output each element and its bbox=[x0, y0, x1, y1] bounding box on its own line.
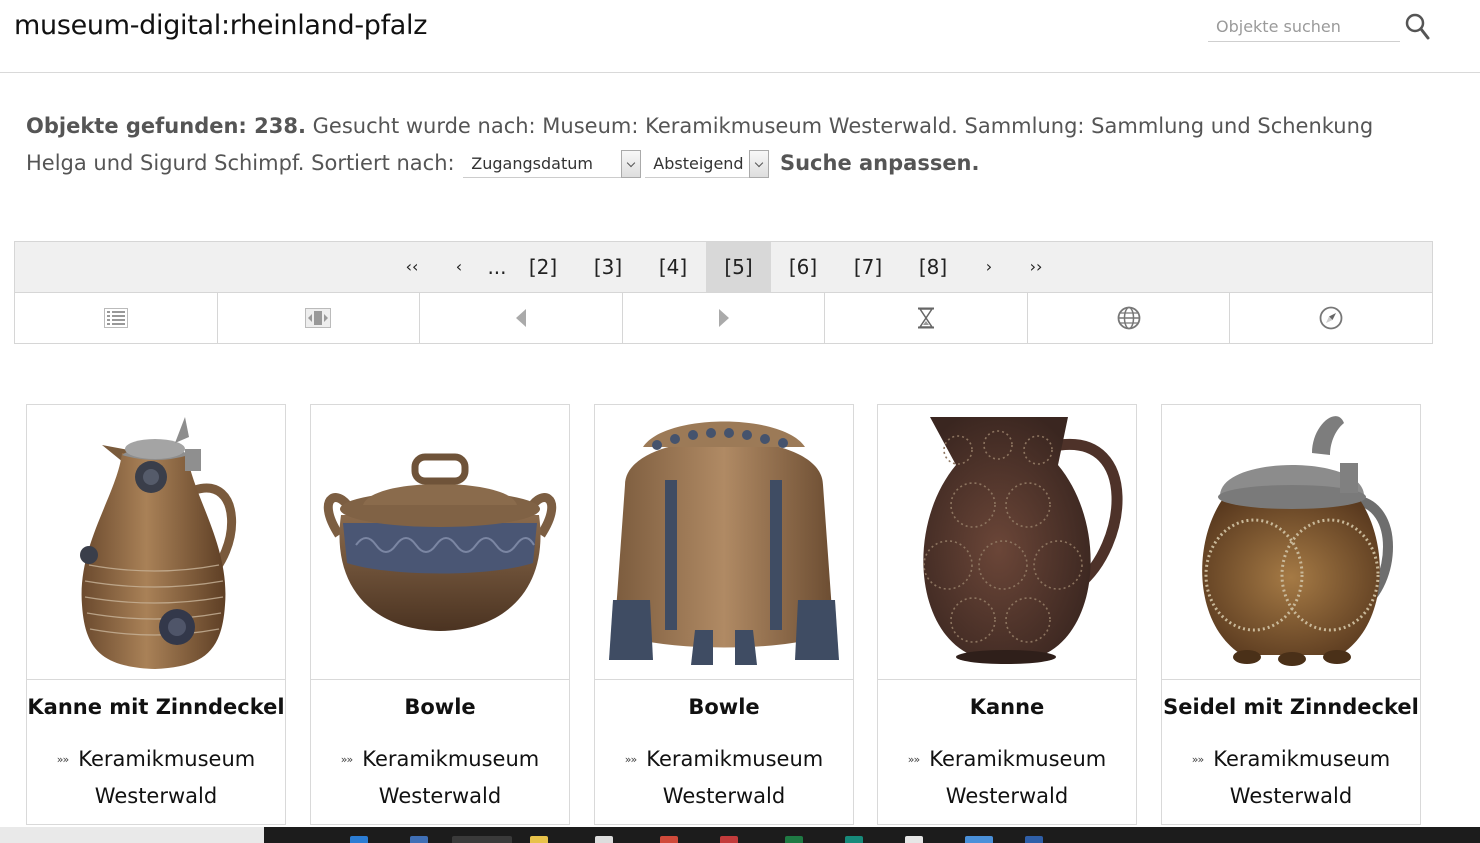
compass-icon bbox=[1319, 306, 1343, 329]
object-image[interactable] bbox=[595, 405, 853, 680]
first-page-button[interactable]: ‹‹ bbox=[397, 242, 427, 292]
arrow-marker-icon: »» bbox=[1191, 753, 1205, 766]
museum-name-line2: Westerwald bbox=[378, 784, 502, 808]
pagination-bar: ‹‹ ‹ ... [2] [3] [4] [5] [6] [7] [8] › ›… bbox=[14, 241, 1433, 293]
list-view-button[interactable] bbox=[15, 292, 218, 343]
object-title[interactable]: Kanne mit Zinndeckel bbox=[27, 695, 285, 719]
page-8-link[interactable]: [8] bbox=[910, 242, 956, 292]
object-card[interactable]: Seidel mit Zinndeckel »» Keramikmuseum We… bbox=[1161, 404, 1421, 825]
page-4-link[interactable]: [4] bbox=[650, 242, 696, 292]
app-icon[interactable] bbox=[965, 836, 993, 843]
museum-name-line2: Westerwald bbox=[662, 784, 786, 808]
museum-link[interactable]: »» Keramikmuseum Westerwald bbox=[878, 741, 1136, 814]
map-button[interactable] bbox=[1028, 292, 1231, 343]
app-icon[interactable] bbox=[785, 836, 803, 843]
object-card[interactable]: Bowle »» Keramikmuseum Westerwald bbox=[594, 404, 854, 825]
sort-field-select[interactable]: Zugangsdatum bbox=[463, 150, 642, 178]
gallery-view-icon bbox=[305, 307, 332, 328]
app-icon[interactable] bbox=[452, 836, 512, 843]
object-image[interactable] bbox=[311, 405, 569, 680]
page-2-link[interactable]: [2] bbox=[520, 242, 566, 292]
list-view-icon bbox=[103, 307, 128, 328]
arrow-marker-icon: »» bbox=[340, 753, 354, 766]
next-page-button[interactable]: › bbox=[977, 242, 1001, 292]
triangle-right-icon bbox=[718, 308, 729, 327]
adjust-search-link[interactable]: Suche anpassen. bbox=[780, 151, 980, 175]
view-toolbar bbox=[14, 292, 1433, 344]
search-summary: Objekte gefunden: 238. Gesucht wurde nac… bbox=[26, 108, 1426, 182]
app-icon[interactable] bbox=[660, 836, 678, 843]
os-taskbar bbox=[0, 827, 1480, 843]
results-count: Objekte gefunden: 238. bbox=[26, 114, 306, 138]
arrow-marker-icon: »» bbox=[907, 753, 921, 766]
page-3-link[interactable]: [3] bbox=[585, 242, 631, 292]
next-button[interactable] bbox=[623, 292, 826, 343]
object-title[interactable]: Seidel mit Zinndeckel bbox=[1162, 695, 1420, 719]
chevron-down-icon[interactable] bbox=[749, 150, 770, 178]
museum-name-line2: Westerwald bbox=[945, 784, 1069, 808]
page-6-link[interactable]: [6] bbox=[780, 242, 826, 292]
museum-link[interactable]: »» Keramikmuseum Westerwald bbox=[595, 741, 853, 814]
chevron-down-icon[interactable] bbox=[621, 150, 642, 178]
museum-name-line1: Keramikmuseum bbox=[362, 747, 540, 771]
museum-name-line1: Keramikmuseum bbox=[646, 747, 824, 771]
hourglass-icon bbox=[918, 307, 935, 328]
triangle-left-icon bbox=[515, 308, 526, 327]
object-image[interactable] bbox=[1162, 405, 1420, 680]
app-icon[interactable] bbox=[350, 836, 368, 843]
app-icon[interactable] bbox=[720, 836, 738, 843]
sort-order-value: Absteigend bbox=[653, 154, 744, 173]
object-title[interactable]: Bowle bbox=[311, 695, 569, 719]
gallery-view-button[interactable] bbox=[218, 292, 421, 343]
app-icon[interactable] bbox=[845, 836, 863, 843]
museum-name-line2: Westerwald bbox=[94, 784, 218, 808]
site-title[interactable]: museum-digital:rheinland-pfalz bbox=[14, 10, 427, 41]
pagination-ellipsis: ... bbox=[487, 255, 507, 279]
site-header: museum-digital:rheinland-pfalz bbox=[0, 0, 1480, 73]
last-page-button[interactable]: ›› bbox=[1021, 242, 1051, 292]
sort-order-select[interactable]: Absteigend bbox=[645, 150, 770, 178]
object-image[interactable] bbox=[27, 405, 285, 680]
object-card[interactable]: Kanne »» Keramikmuseum Westerwald bbox=[877, 404, 1137, 825]
app-icon[interactable] bbox=[905, 836, 923, 843]
app-icon[interactable] bbox=[1025, 836, 1043, 843]
search-input[interactable] bbox=[1208, 12, 1400, 41]
object-card[interactable]: Bowle »» Keramikmuseum Westerwald bbox=[310, 404, 570, 825]
object-card[interactable]: Kanne mit Zinndeckel »» Keramikmuseum Wes… bbox=[26, 404, 286, 825]
timeline-button[interactable] bbox=[825, 292, 1028, 343]
object-title[interactable]: Bowle bbox=[595, 695, 853, 719]
arrow-marker-icon: »» bbox=[624, 753, 638, 766]
museum-name-line1: Keramikmuseum bbox=[1213, 747, 1391, 771]
sort-field-value: Zugangsdatum bbox=[471, 154, 593, 173]
museum-name-line1: Keramikmuseum bbox=[929, 747, 1107, 771]
locate-button[interactable] bbox=[1230, 292, 1432, 343]
object-title[interactable]: Kanne bbox=[878, 695, 1136, 719]
page-7-link[interactable]: [7] bbox=[845, 242, 891, 292]
museum-name-line1: Keramikmuseum bbox=[78, 747, 256, 771]
search-box[interactable] bbox=[1208, 12, 1400, 42]
results-grid: Kanne mit Zinndeckel »» Keramikmuseum Wes… bbox=[26, 404, 1426, 843]
museum-link[interactable]: »» Keramikmuseum Westerwald bbox=[27, 741, 285, 814]
prev-page-button[interactable]: ‹ bbox=[447, 242, 471, 292]
museum-name-line2: Westerwald bbox=[1229, 784, 1353, 808]
search-icon[interactable] bbox=[1404, 12, 1432, 42]
folder-icon[interactable] bbox=[530, 836, 548, 843]
app-icon[interactable] bbox=[595, 836, 613, 843]
app-icon[interactable] bbox=[410, 836, 428, 843]
museum-link[interactable]: »» Keramikmuseum Westerwald bbox=[1162, 741, 1420, 814]
arrow-marker-icon: »» bbox=[56, 753, 70, 766]
object-image[interactable] bbox=[878, 405, 1136, 680]
taskbar-search-area[interactable] bbox=[0, 827, 264, 843]
globe-icon bbox=[1117, 306, 1141, 329]
museum-link[interactable]: »» Keramikmuseum Westerwald bbox=[311, 741, 569, 814]
previous-button[interactable] bbox=[420, 292, 623, 343]
page-5-current[interactable]: [5] bbox=[706, 242, 771, 292]
